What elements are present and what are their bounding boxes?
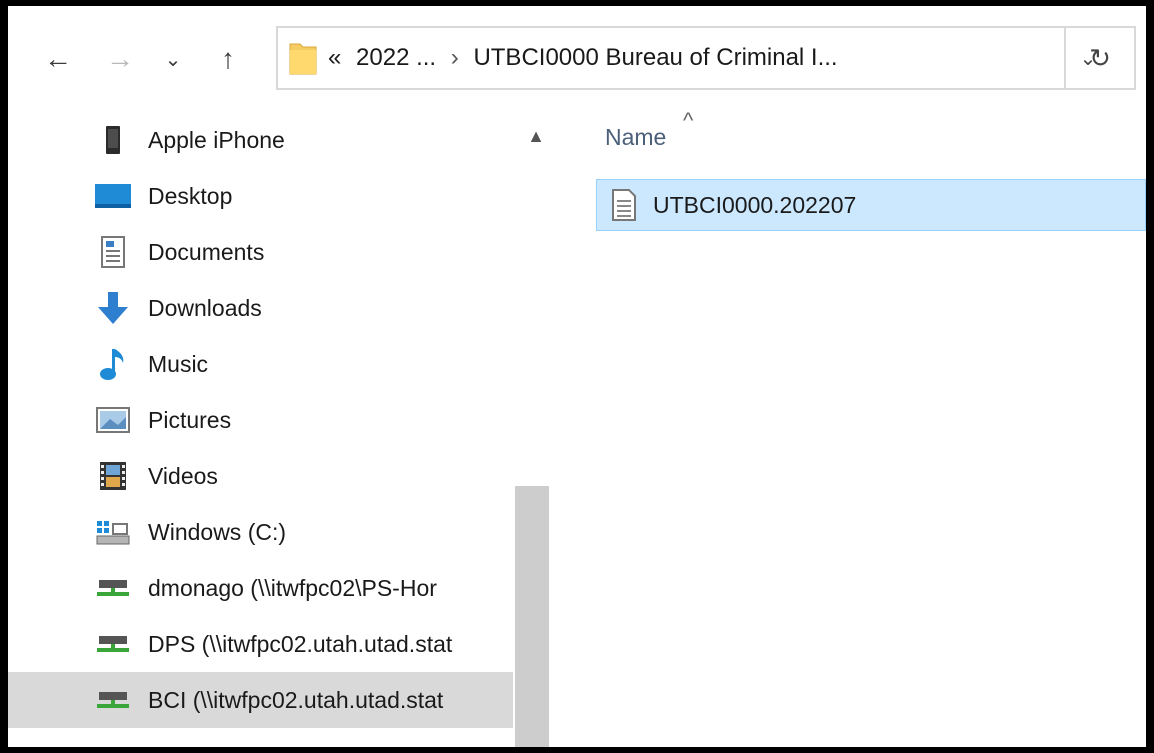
nav-item-desktop[interactable]: Desktop — [8, 168, 513, 224]
pictures-icon — [94, 401, 132, 439]
nav-item-videos[interactable]: Videos — [8, 448, 513, 504]
nav-item-bci[interactable]: BCI (\\itwfpc02.utah.utad.stat — [8, 672, 513, 728]
breadcrumb-segment-current[interactable]: UTBCI0000 Bureau of Criminal I... — [473, 44, 837, 71]
navigation-pane: ▲ Apple iPhone Desktop Documents Downloa… — [8, 106, 551, 747]
nav-item-label: dmonago (\\itwfpc02\PS-Hor — [148, 574, 437, 601]
back-arrow-icon: ← — [44, 43, 72, 74]
nav-item-windows-c[interactable]: Windows (C:) — [8, 504, 513, 560]
file-name: UTBCI0000.202207 — [653, 192, 857, 218]
back-button[interactable]: ← — [38, 39, 78, 79]
nav-item-label: Apple iPhone — [148, 126, 285, 153]
nav-item-label: DPS (\\itwfpc02.utah.utad.stat — [148, 630, 453, 657]
desktop-icon — [94, 177, 132, 215]
nav-item-dps[interactable]: DPS (\\itwfpc02.utah.utad.stat — [8, 616, 513, 672]
up-button[interactable]: ↑ — [208, 39, 248, 79]
nav-item-label: Desktop — [148, 182, 233, 209]
network-drive-icon — [94, 625, 132, 663]
nav-item-label: Windows (C:) — [148, 518, 287, 545]
network-drive-icon — [94, 569, 132, 607]
chevron-down-icon: ⌄ — [164, 48, 182, 71]
column-header-name[interactable]: Name — [605, 124, 666, 151]
refresh-icon: ↻ — [1089, 42, 1111, 73]
network-drive-icon — [94, 681, 132, 719]
up-arrow-icon: ↑ — [221, 43, 235, 74]
forward-button[interactable]: → — [100, 39, 140, 79]
recent-locations-button[interactable]: ⌄ — [158, 39, 188, 79]
nav-item-label: Documents — [148, 238, 265, 265]
nav-item-apple-iphone[interactable]: Apple iPhone — [8, 112, 513, 168]
nav-item-label: Music — [148, 350, 209, 377]
documents-icon — [94, 233, 132, 271]
nav-item-label: Downloads — [148, 294, 262, 321]
nav-item-downloads[interactable]: Downloads — [8, 280, 513, 336]
nav-item-pictures[interactable]: Pictures — [8, 392, 513, 448]
sort-ascending-icon: ^ — [683, 108, 694, 133]
breadcrumb: « 2022 ... › UTBCI0000 Bureau of Crimina… — [328, 28, 838, 88]
scroll-up-icon[interactable]: ▲ — [526, 126, 546, 146]
address-bar[interactable]: « 2022 ... › UTBCI0000 Bureau of Crimina… — [276, 26, 1096, 90]
text-file-icon — [611, 189, 637, 226]
scrollbar-thumb[interactable] — [515, 486, 549, 747]
drive-icon — [94, 513, 132, 551]
nav-item-dmonago[interactable]: dmonago (\\itwfpc02\PS-Hor — [8, 560, 513, 616]
refresh-button[interactable]: ↻ — [1066, 26, 1136, 90]
nav-item-label: BCI (\\itwfpc02.utah.utad.stat — [148, 686, 444, 713]
breadcrumb-segment-year[interactable]: 2022 ... — [356, 44, 436, 71]
videos-icon — [94, 457, 132, 495]
breadcrumb-overflow[interactable]: « — [328, 44, 341, 71]
downloads-icon — [94, 289, 132, 327]
phone-icon — [94, 121, 132, 159]
file-explorer-window: ← → ⌄ ↑ « 2022 ... › UTBCI0000 Bureau of… — [8, 6, 1146, 747]
address-toolbar: ← → ⌄ ↑ « 2022 ... › UTBCI0000 Bureau of… — [8, 6, 1146, 106]
folder-icon — [288, 40, 318, 81]
nav-item-label: Pictures — [148, 406, 232, 433]
forward-arrow-icon: → — [106, 43, 134, 74]
nav-item-label: Videos — [148, 462, 218, 489]
nav-item-music[interactable]: Music — [8, 336, 513, 392]
nav-item-documents[interactable]: Documents — [8, 224, 513, 280]
file-row[interactable]: UTBCI0000.202207 — [596, 179, 1146, 231]
breadcrumb-separator-icon[interactable]: › — [451, 44, 459, 71]
file-list: ^ Name UTBCI0000.202207 — [551, 106, 1146, 747]
music-icon — [94, 345, 132, 383]
